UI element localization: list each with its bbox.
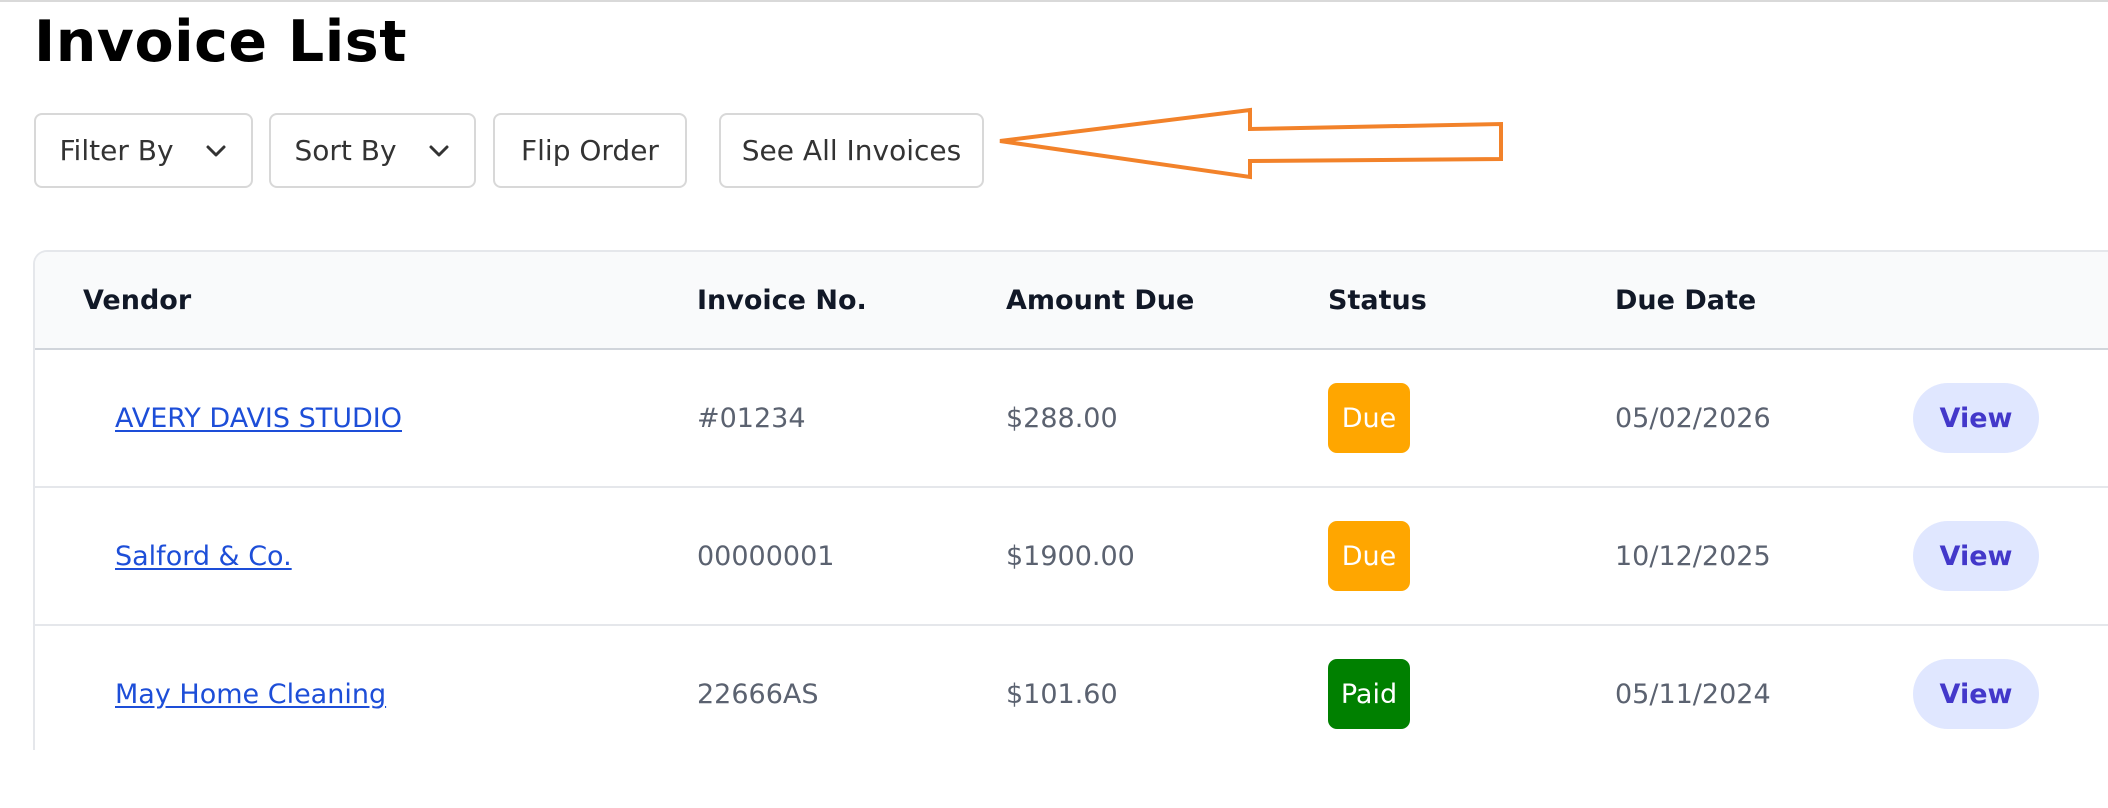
vendor-link[interactable]: Salford & Co. xyxy=(115,541,292,572)
action-cell: View xyxy=(1913,350,2039,486)
table-row: AVERY DAVIS STUDIO #01234 $288.00 Due 05… xyxy=(35,350,2108,488)
left-arrow-icon xyxy=(999,107,1503,180)
status-badge: Paid xyxy=(1328,659,1410,729)
vendor-cell: Salford & Co. xyxy=(115,488,292,624)
top-divider xyxy=(0,0,2108,2)
vendor-link[interactable]: May Home Cleaning xyxy=(115,679,386,710)
column-header-invoice-no: Invoice No. xyxy=(697,284,867,316)
due-date: 10/12/2025 xyxy=(1615,540,1771,572)
invoice-number: 00000001 xyxy=(697,540,835,572)
flip-order-label: Flip Order xyxy=(521,134,659,167)
invoice-table: Vendor Invoice No. Amount Due Status Due… xyxy=(33,250,2108,750)
page-title: Invoice List xyxy=(34,9,407,75)
invoice-number: 22666AS xyxy=(697,678,819,710)
invoice-list-page: Invoice List Filter By Sort By Flip Orde… xyxy=(0,0,2108,808)
flip-order-button[interactable]: Flip Order xyxy=(493,113,687,188)
chevron-down-icon xyxy=(429,145,449,156)
view-button[interactable]: View xyxy=(1913,659,2039,729)
invoice-number: #01234 xyxy=(697,402,806,434)
sort-by-dropdown[interactable]: Sort By xyxy=(269,113,476,188)
vendor-cell: AVERY DAVIS STUDIO xyxy=(115,350,402,486)
column-header-due-date: Due Date xyxy=(1615,284,1757,316)
amount-due: $101.60 xyxy=(1006,678,1118,710)
see-all-invoices-label: See All Invoices xyxy=(741,134,962,167)
vendor-link[interactable]: AVERY DAVIS STUDIO xyxy=(115,403,402,434)
sort-by-label: Sort By xyxy=(294,134,397,167)
column-header-status: Status xyxy=(1328,284,1427,316)
filter-by-dropdown[interactable]: Filter By xyxy=(34,113,253,188)
action-cell: View xyxy=(1913,626,2039,750)
table-header: Vendor Invoice No. Amount Due Status Due… xyxy=(35,252,2108,350)
status-cell: Due xyxy=(1328,350,1410,486)
chevron-down-icon xyxy=(206,145,226,156)
table-row: May Home Cleaning 22666AS $101.60 Paid 0… xyxy=(35,626,2108,750)
filter-by-label: Filter By xyxy=(59,134,174,167)
due-date: 05/11/2024 xyxy=(1615,678,1771,710)
status-badge: Due xyxy=(1328,521,1410,591)
column-header-amount-due: Amount Due xyxy=(1006,284,1195,316)
table-row: Salford & Co. 00000001 $1900.00 Due 10/1… xyxy=(35,488,2108,626)
action-cell: View xyxy=(1913,488,2039,624)
view-button[interactable]: View xyxy=(1913,521,2039,591)
vendor-cell: May Home Cleaning xyxy=(115,626,386,750)
status-cell: Due xyxy=(1328,488,1410,624)
see-all-invoices-button[interactable]: See All Invoices xyxy=(719,113,984,188)
status-badge: Due xyxy=(1328,383,1410,453)
due-date: 05/02/2026 xyxy=(1615,402,1771,434)
column-header-vendor: Vendor xyxy=(83,284,192,316)
amount-due: $1900.00 xyxy=(1006,540,1135,572)
amount-due: $288.00 xyxy=(1006,402,1118,434)
status-cell: Paid xyxy=(1328,626,1410,750)
view-button[interactable]: View xyxy=(1913,383,2039,453)
